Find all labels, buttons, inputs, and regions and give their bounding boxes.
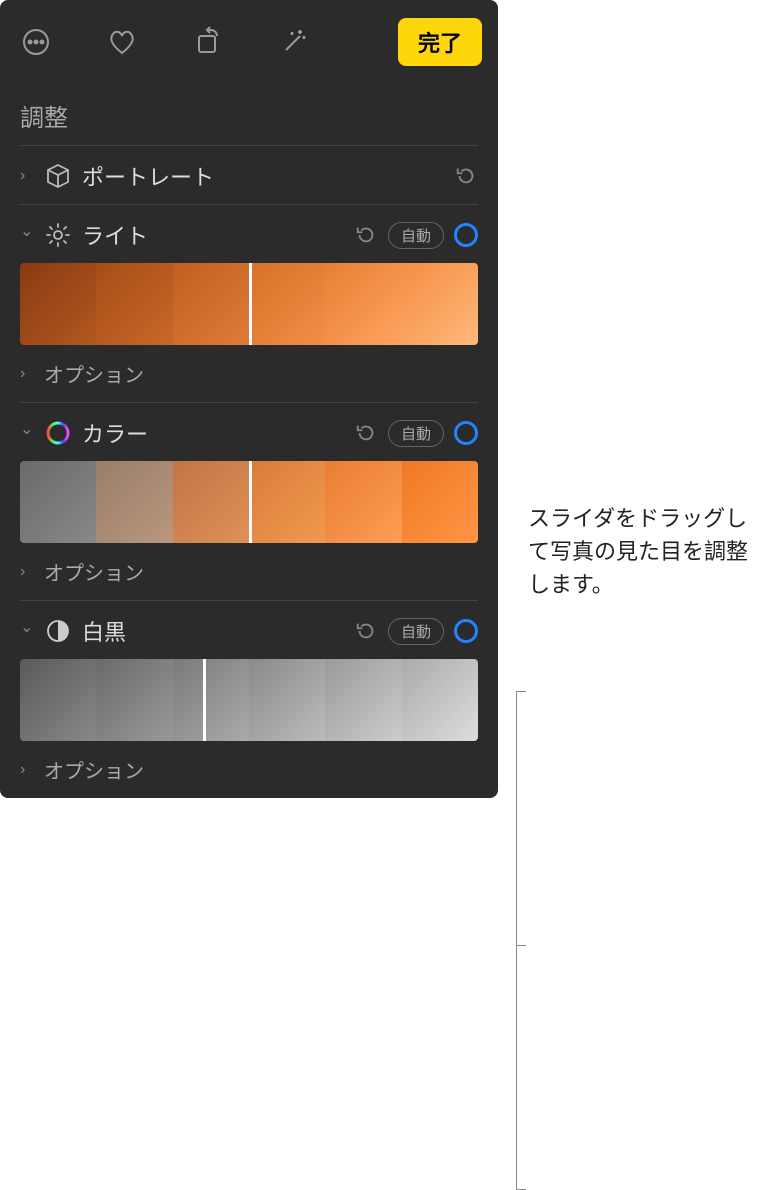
disclosure-light-options[interactable] (20, 365, 34, 383)
callout-text: スライダをドラッグして写真の見た目を調整します。 (528, 502, 768, 601)
light-slider[interactable] (20, 263, 478, 345)
reset-portrait-icon[interactable] (454, 164, 478, 188)
section-label-portrait: ポートレート (82, 160, 444, 192)
section-label-color: カラー (82, 417, 344, 449)
color-wheel-icon (44, 419, 72, 447)
panel-title: 調整 (0, 84, 498, 145)
section-light: ライト 自動 オプション (0, 205, 498, 402)
reset-bw-icon[interactable] (354, 619, 378, 643)
section-portrait: ポートレート (0, 146, 498, 204)
color-slider[interactable] (20, 461, 478, 543)
enable-light-toggle[interactable] (454, 223, 478, 247)
disclosure-bw-options[interactable] (20, 761, 34, 779)
auto-color-button[interactable]: 自動 (388, 420, 444, 447)
enable-color-toggle[interactable] (454, 421, 478, 445)
slider-thumb[interactable] (249, 461, 252, 543)
options-light[interactable]: オプション (44, 359, 144, 388)
disclosure-color[interactable] (20, 423, 34, 443)
disclosure-portrait[interactable] (20, 167, 34, 185)
auto-enhance-wand-icon[interactable] (274, 22, 314, 62)
slider-thumb[interactable] (203, 659, 206, 741)
reset-color-icon[interactable] (354, 421, 378, 445)
disclosure-bw[interactable] (20, 621, 34, 641)
section-color: カラー 自動 オプション (0, 403, 498, 600)
section-bw: 白黒 自動 オプション (0, 601, 498, 788)
bw-slider[interactable] (20, 659, 478, 741)
options-color[interactable]: オプション (44, 557, 144, 586)
bw-contrast-icon (44, 617, 72, 645)
more-icon[interactable] (16, 22, 56, 62)
auto-light-button[interactable]: 自動 (388, 222, 444, 249)
section-label-light: ライト (82, 219, 344, 251)
favorite-heart-icon[interactable] (102, 22, 142, 62)
done-button[interactable]: 完了 (398, 18, 482, 66)
adjust-panel: 完了 調整 ポートレート ライト 自動 (0, 0, 498, 798)
edit-toolbar: 完了 (0, 0, 498, 84)
reset-light-icon[interactable] (354, 223, 378, 247)
section-label-bw: 白黒 (82, 615, 344, 647)
disclosure-light[interactable] (20, 225, 34, 245)
rotate-icon[interactable] (188, 22, 228, 62)
enable-bw-toggle[interactable] (454, 619, 478, 643)
light-sun-icon (44, 221, 72, 249)
cube-icon (44, 162, 72, 190)
options-bw[interactable]: オプション (44, 755, 144, 784)
auto-bw-button[interactable]: 自動 (388, 618, 444, 645)
annotation-callout: スライダをドラッグして写真の見た目を調整します。 (498, 0, 542, 798)
slider-thumb[interactable] (249, 263, 252, 345)
disclosure-color-options[interactable] (20, 563, 34, 581)
